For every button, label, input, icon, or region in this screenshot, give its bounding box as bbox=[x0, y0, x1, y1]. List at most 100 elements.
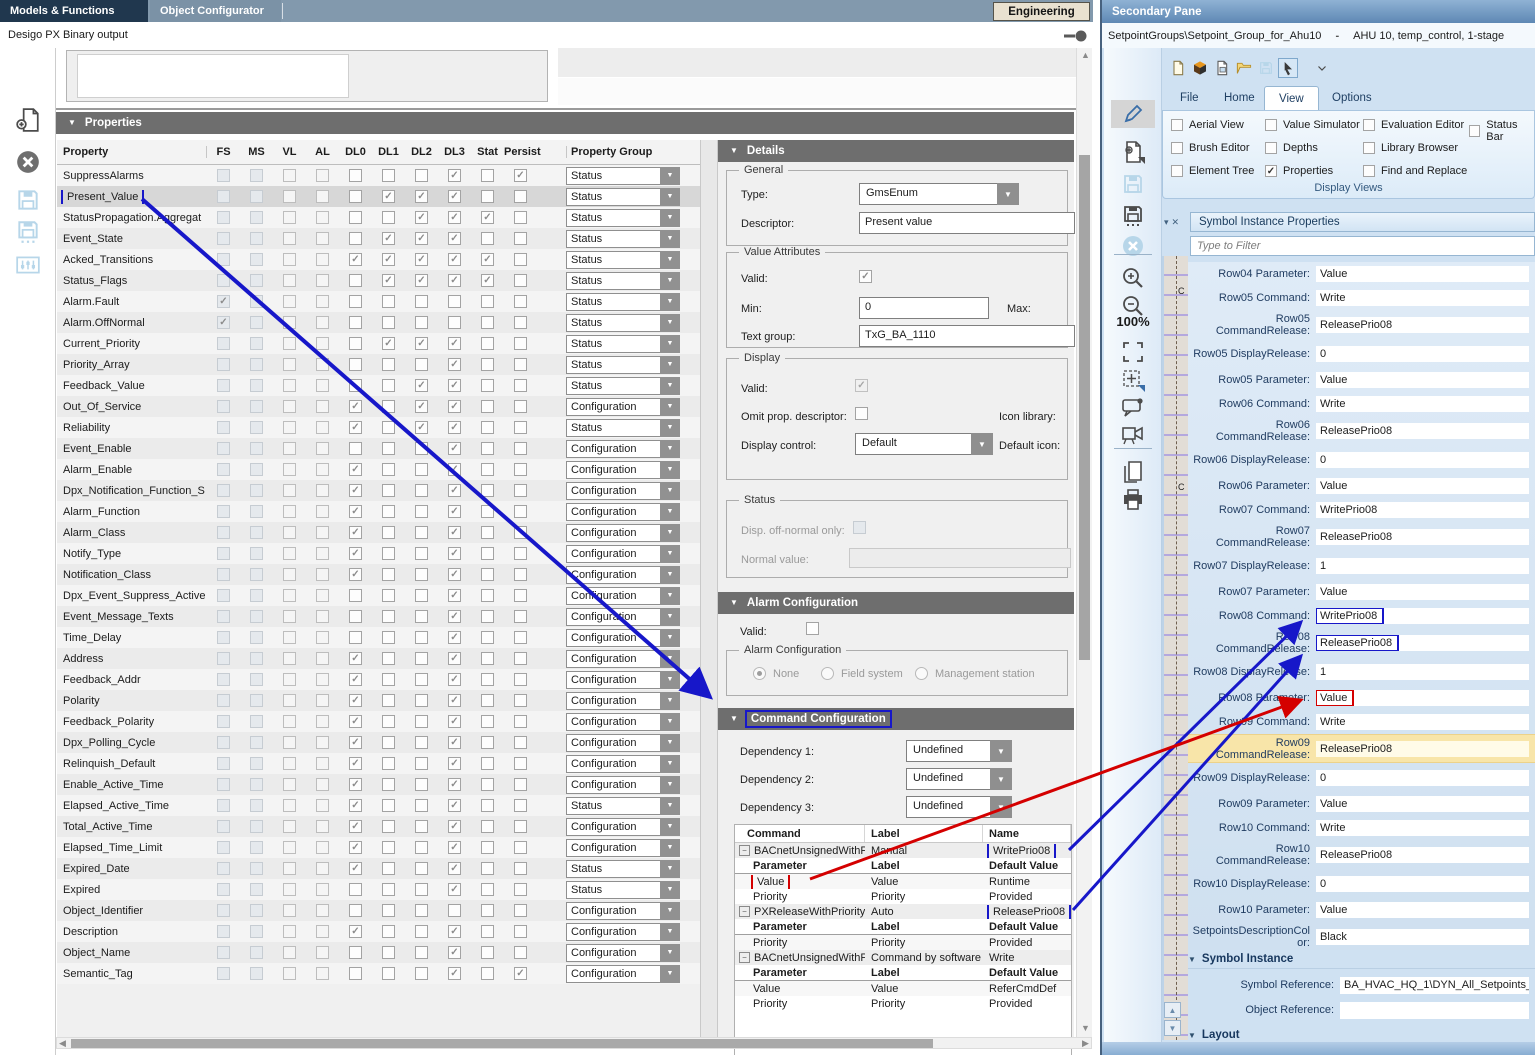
flag-checkbox[interactable] bbox=[448, 610, 461, 623]
flag-checkbox[interactable] bbox=[283, 463, 296, 476]
property-row-Description[interactable]: DescriptionConfiguration▼ bbox=[57, 921, 700, 942]
symbol-property-row[interactable]: Row10 Parameter:Value bbox=[1188, 898, 1535, 922]
flag-checkbox[interactable] bbox=[514, 904, 527, 917]
flag-checkbox[interactable] bbox=[448, 799, 461, 812]
flag-checkbox[interactable] bbox=[415, 442, 428, 455]
alarm-valid-checkbox[interactable] bbox=[806, 622, 819, 635]
symbol-property-row[interactable]: Row09 Parameter:Value bbox=[1188, 792, 1535, 816]
property-row-Status_Flags[interactable]: Status_FlagsStatus▼ bbox=[57, 270, 700, 291]
scrollbar-thumb[interactable] bbox=[1079, 155, 1090, 660]
symbol-property-row[interactable]: Row06 CommandRelease:ReleasePrio08 bbox=[1188, 416, 1535, 445]
flag-checkbox[interactable] bbox=[481, 169, 494, 182]
flag-checkbox[interactable] bbox=[448, 505, 461, 518]
flag-checkbox[interactable] bbox=[415, 904, 428, 917]
property-row-Alarm_Enable[interactable]: Alarm_EnableConfiguration▼ bbox=[57, 459, 700, 480]
flag-checkbox[interactable] bbox=[481, 547, 494, 560]
flag-checkbox[interactable] bbox=[316, 484, 329, 497]
flag-checkbox[interactable] bbox=[382, 190, 395, 203]
property-value[interactable]: Write bbox=[1316, 714, 1529, 730]
flag-checkbox[interactable] bbox=[283, 778, 296, 791]
flag-checkbox[interactable] bbox=[283, 862, 296, 875]
flag-checkbox[interactable] bbox=[382, 652, 395, 665]
chevron-down-icon[interactable]: ▼ bbox=[660, 587, 680, 605]
flag-checkbox[interactable] bbox=[283, 316, 296, 329]
details-header[interactable]: ▼ Details bbox=[718, 140, 1074, 162]
save-button[interactable] bbox=[1119, 170, 1147, 198]
property-row-Object_Name[interactable]: Object_NameConfiguration▼ bbox=[57, 942, 700, 963]
flag-checkbox[interactable] bbox=[283, 421, 296, 434]
property-value[interactable]: ReleasePrio08 bbox=[1316, 423, 1529, 439]
fit-view-button[interactable] bbox=[1119, 338, 1147, 366]
flag-checkbox[interactable] bbox=[382, 547, 395, 560]
flag-checkbox[interactable] bbox=[349, 379, 362, 392]
chevron-down-icon[interactable]: ▼ bbox=[660, 566, 680, 584]
flag-checkbox[interactable] bbox=[382, 946, 395, 959]
property-group-combo[interactable]: Configuration▼ bbox=[566, 713, 680, 731]
view-toggle-library-browser[interactable]: Library Browser bbox=[1363, 142, 1458, 154]
text-group-field[interactable]: TxG_BA_1110 bbox=[859, 325, 1075, 347]
parameter-row[interactable]: PriorityPriorityProvided bbox=[735, 889, 1071, 904]
flag-checkbox[interactable] bbox=[382, 967, 395, 980]
property-value[interactable]: ReleasePrio08 bbox=[1316, 317, 1529, 333]
property-value[interactable]: 0 bbox=[1316, 452, 1529, 468]
flag-checkbox[interactable] bbox=[316, 736, 329, 749]
flag-checkbox[interactable] bbox=[283, 295, 296, 308]
flag-checkbox[interactable] bbox=[415, 652, 428, 665]
symbol-property-row[interactable]: Row08 Command:WritePrio08 bbox=[1188, 604, 1535, 628]
page-button[interactable] bbox=[1119, 458, 1147, 486]
dock-menu-icon[interactable]: ▾ bbox=[1164, 217, 1169, 228]
flag-checkbox[interactable] bbox=[448, 904, 461, 917]
flag-checkbox[interactable] bbox=[481, 631, 494, 644]
flag-checkbox[interactable] bbox=[349, 295, 362, 308]
flag-checkbox[interactable] bbox=[448, 589, 461, 602]
flag-checkbox[interactable] bbox=[382, 736, 395, 749]
flag-checkbox[interactable] bbox=[283, 274, 296, 287]
symbol-property-row[interactable]: Row05 Parameter:Value bbox=[1188, 368, 1535, 392]
flag-checkbox[interactable] bbox=[316, 631, 329, 644]
tab-models-functions[interactable]: Models & Functions bbox=[0, 0, 148, 22]
flag-checkbox[interactable] bbox=[415, 400, 428, 413]
flag-checkbox[interactable] bbox=[382, 400, 395, 413]
symbol-property-row[interactable]: Row06 DisplayRelease:0 bbox=[1188, 445, 1535, 474]
chevron-down-icon[interactable]: ▼ bbox=[660, 293, 680, 311]
collapse-minus-icon[interactable]: − bbox=[739, 845, 750, 856]
command-group-row[interactable]: −PXReleaseWithPriorityAutoReleasePrio08 bbox=[735, 904, 1071, 919]
flag-checkbox[interactable] bbox=[382, 778, 395, 791]
property-group-combo[interactable]: Configuration▼ bbox=[566, 398, 680, 416]
property-value[interactable]: ReleasePrio08 bbox=[1316, 635, 1529, 651]
flag-checkbox[interactable] bbox=[283, 337, 296, 350]
property-row-Event_Message_Texts[interactable]: Event_Message_TextsConfiguration▼ bbox=[57, 606, 700, 627]
property-group-combo[interactable]: Status▼ bbox=[566, 209, 680, 227]
flag-checkbox[interactable] bbox=[382, 925, 395, 938]
flag-checkbox[interactable] bbox=[481, 358, 494, 371]
flag-checkbox[interactable] bbox=[316, 274, 329, 287]
property-row-Notify_Type[interactable]: Notify_TypeConfiguration▼ bbox=[57, 543, 700, 564]
flag-checkbox[interactable] bbox=[349, 253, 362, 266]
flag-checkbox[interactable] bbox=[382, 799, 395, 812]
flag-checkbox[interactable] bbox=[316, 799, 329, 812]
flag-checkbox[interactable] bbox=[415, 337, 428, 350]
flag-checkbox[interactable] bbox=[448, 652, 461, 665]
flag-checkbox[interactable] bbox=[349, 190, 362, 203]
flag-checkbox[interactable] bbox=[481, 421, 494, 434]
flag-checkbox[interactable] bbox=[481, 295, 494, 308]
descriptor-field[interactable]: Present value bbox=[859, 212, 1075, 234]
flag-checkbox[interactable] bbox=[283, 715, 296, 728]
property-row-Priority_Array[interactable]: Priority_ArrayStatus▼ bbox=[57, 354, 700, 375]
flag-checkbox[interactable] bbox=[349, 652, 362, 665]
property-group-combo[interactable]: Status▼ bbox=[566, 230, 680, 248]
property-group-combo[interactable]: Configuration▼ bbox=[566, 734, 680, 752]
valid-checkbox[interactable] bbox=[859, 270, 872, 283]
flag-checkbox[interactable] bbox=[283, 883, 296, 896]
ribbon-tab-options[interactable]: Options bbox=[1318, 86, 1386, 110]
flag-checkbox[interactable] bbox=[415, 484, 428, 497]
flag-checkbox[interactable] bbox=[349, 757, 362, 770]
property-row-Total_Active_Time[interactable]: Total_Active_TimeConfiguration▼ bbox=[57, 816, 700, 837]
flag-checkbox[interactable] bbox=[349, 484, 362, 497]
flag-checkbox[interactable] bbox=[514, 190, 527, 203]
camera-button[interactable] bbox=[1119, 420, 1147, 448]
chevron-down-icon[interactable]: ▼ bbox=[660, 755, 680, 773]
chevron-down-icon[interactable]: ▼ bbox=[660, 419, 680, 437]
property-value[interactable]: 1 bbox=[1316, 664, 1529, 680]
dependency-3-combo[interactable]: Undefined ▼ bbox=[906, 796, 1012, 818]
